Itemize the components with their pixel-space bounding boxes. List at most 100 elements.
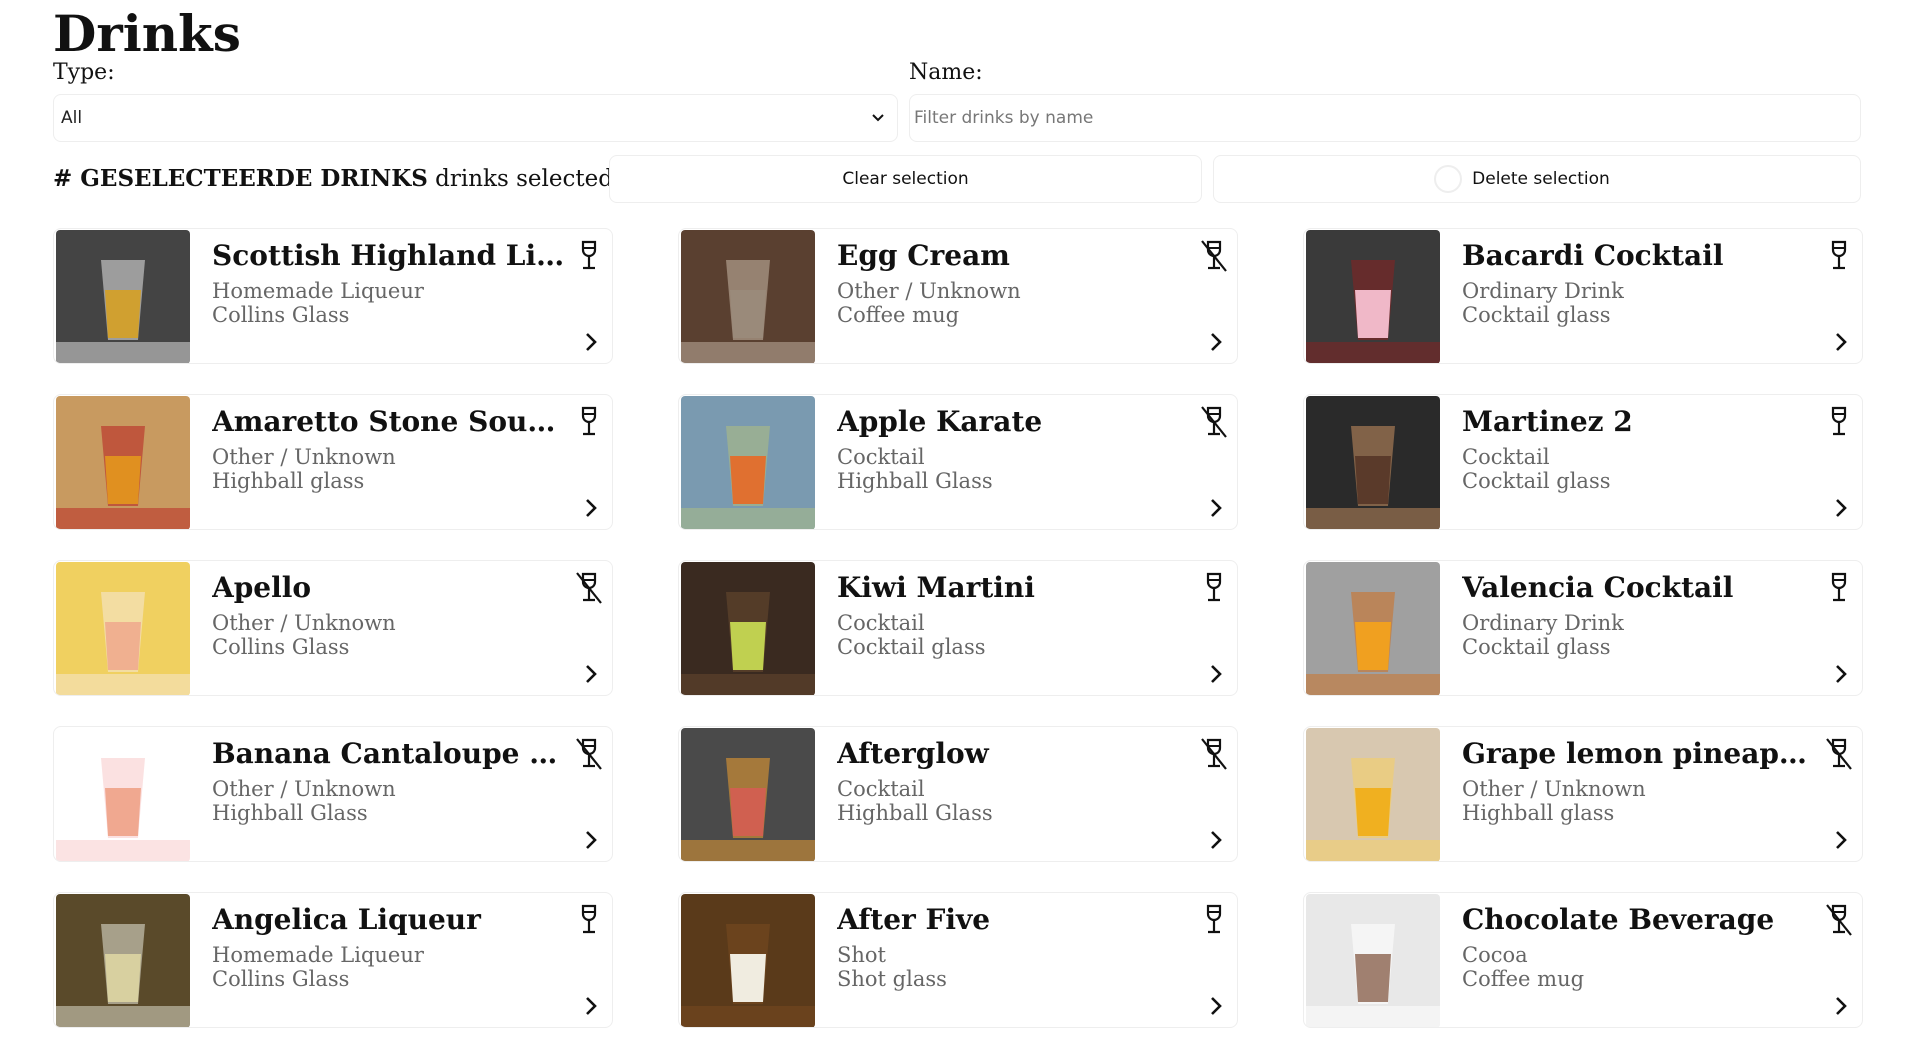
drink-card[interactable]: Afterglow Cocktail Highball Glass [678,726,1238,862]
drink-category: Other / Unknown [837,279,1021,303]
drink-category: Ordinary Drink [1462,279,1624,303]
alcoholic-glass-icon [1206,904,1222,934]
drink-name: Valencia Cocktail [1462,571,1734,604]
type-select[interactable]: All [53,94,898,142]
non-alcoholic-glass-icon [1826,738,1852,770]
name-filter-input[interactable] [909,94,1861,142]
drink-glass: Highball glass [1462,801,1615,825]
chevron-right-icon[interactable] [1832,829,1850,851]
drink-thumbnail [56,562,190,695]
drink-category: Cocktail [1462,445,1550,469]
chevron-right-icon[interactable] [1207,995,1225,1017]
chevron-right-icon[interactable] [1207,331,1225,353]
drink-card[interactable]: Bacardi Cocktail Ordinary Drink Cocktail… [1303,228,1863,364]
drink-glass: Shot glass [837,967,947,991]
drink-glass: Cocktail glass [837,635,986,659]
non-alcoholic-glass-icon [576,738,602,770]
alcoholic-glass-icon [581,240,597,270]
drink-thumbnail [56,894,190,1027]
drink-name: Angelica Liqueur [212,903,481,936]
drink-glass: Cocktail glass [1462,635,1611,659]
drink-card[interactable]: Scottish Highland Liq... Homemade Liqueu… [53,228,613,364]
chevron-right-icon[interactable] [1207,829,1225,851]
drink-thumbnail [56,728,190,861]
drink-card[interactable]: Angelica Liqueur Homemade Liqueur Collin… [53,892,613,1028]
drink-category: Cocoa [1462,943,1528,967]
drink-thumbnail [1306,728,1440,861]
drink-card[interactable]: Grape lemon pineappl... Other / Unknown … [1303,726,1863,862]
drink-card[interactable]: Chocolate Beverage Cocoa Coffee mug [1303,892,1863,1028]
drink-thumbnail [681,396,815,529]
drink-glass: Highball Glass [837,801,993,825]
drink-name: Egg Cream [837,239,1010,272]
drink-card[interactable]: After Five Shot Shot glass [678,892,1238,1028]
chevron-right-icon[interactable] [582,497,600,519]
drink-category: Ordinary Drink [1462,611,1624,635]
drink-card[interactable]: Apello Other / Unknown Collins Glass [53,560,613,696]
alcoholic-glass-icon [1831,572,1847,602]
drink-name: Afterglow [837,737,989,770]
drink-card[interactable]: Egg Cream Other / Unknown Coffee mug [678,228,1238,364]
alcoholic-glass-icon [581,406,597,436]
drink-category: Homemade Liqueur [212,279,424,303]
name-filter-label: Name: [909,60,983,85]
drink-glass: Collins Glass [212,303,350,327]
non-alcoholic-glass-icon [1201,738,1227,770]
drink-thumbnail [1306,230,1440,363]
alcoholic-glass-icon [581,904,597,934]
chevron-right-icon[interactable] [582,331,600,353]
drink-glass: Cocktail glass [1462,469,1611,493]
drink-name: Scottish Highland Liq... [212,239,567,272]
chevron-right-icon[interactable] [1832,663,1850,685]
drink-card[interactable]: Banana Cantaloupe S... Other / Unknown H… [53,726,613,862]
drink-name: After Five [837,903,991,936]
alcoholic-glass-icon [1831,240,1847,270]
drink-glass: Cocktail glass [1462,303,1611,327]
drink-card[interactable]: Martinez 2 Cocktail Cocktail glass [1303,394,1863,530]
drink-glass: Highball Glass [837,469,993,493]
non-alcoholic-glass-icon [576,572,602,604]
alcoholic-glass-icon [1831,406,1847,436]
alcoholic-glass-icon [1206,572,1222,602]
drink-category: Other / Unknown [212,445,396,469]
delete-selection-label: Delete selection [1472,169,1610,189]
chevron-down-icon [872,114,884,122]
drink-thumbnail [1306,894,1440,1027]
drink-name: Bacardi Cocktail [1462,239,1724,272]
page-title: Drinks [53,4,241,63]
drink-glass: Highball glass [212,469,365,493]
drink-thumbnail [681,894,815,1027]
drink-category: Other / Unknown [1462,777,1646,801]
delete-selection-button[interactable]: Delete selection [1213,155,1861,203]
drinks-page: Drinks Type: Name: All # GESELECTEERDE D… [0,0,1917,1046]
drink-name: Kiwi Martini [837,571,1035,604]
chevron-right-icon[interactable] [1832,331,1850,353]
drink-category: Other / Unknown [212,611,396,635]
non-alcoholic-glass-icon [1826,904,1852,936]
selection-summary: # GESELECTEERDE DRINKS drinks selected [53,165,613,192]
non-alcoholic-glass-icon [1201,240,1227,272]
non-alcoholic-glass-icon [1201,406,1227,438]
drink-card[interactable]: Amaretto Stone Sour ... Other / Unknown … [53,394,613,530]
drink-thumbnail [681,728,815,861]
chevron-right-icon[interactable] [582,995,600,1017]
drink-category: Cocktail [837,777,925,801]
drink-card[interactable]: Kiwi Martini Cocktail Cocktail glass [678,560,1238,696]
drink-glass: Coffee mug [1462,967,1585,991]
drink-name: Grape lemon pineappl... [1462,737,1817,770]
drink-category: Cocktail [837,445,925,469]
chevron-right-icon[interactable] [1832,995,1850,1017]
drink-name: Martinez 2 [1462,405,1633,438]
loading-spinner-icon [1434,165,1463,193]
chevron-right-icon[interactable] [1207,497,1225,519]
drink-thumbnail [681,230,815,363]
chevron-right-icon[interactable] [582,663,600,685]
drink-card[interactable]: Apple Karate Cocktail Highball Glass [678,394,1238,530]
drink-category: Homemade Liqueur [212,943,424,967]
drink-category: Shot [837,943,886,967]
chevron-right-icon[interactable] [1207,663,1225,685]
chevron-right-icon[interactable] [1832,497,1850,519]
clear-selection-button[interactable]: Clear selection [609,155,1202,203]
chevron-right-icon[interactable] [582,829,600,851]
drink-card[interactable]: Valencia Cocktail Ordinary Drink Cocktai… [1303,560,1863,696]
